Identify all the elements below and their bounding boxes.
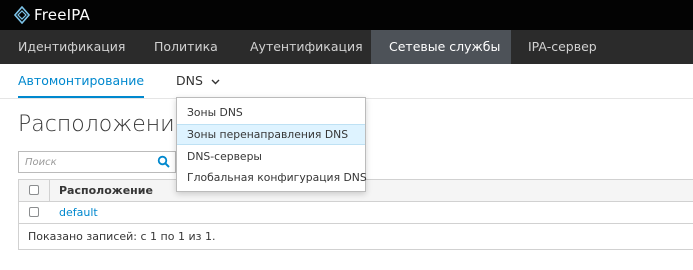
chevron-down-icon [211,79,220,84]
menu-item-dns-forward-zones[interactable]: Зоны перенаправления DNS [177,124,365,145]
search-box [18,151,176,173]
location-link[interactable]: default [59,202,98,223]
table-footer: Показано записей: с 1 по 1 из 1. [19,224,693,249]
nav-item-authentication[interactable]: Аутентификация [232,30,381,64]
column-divider [49,180,50,201]
nav-item-identity[interactable]: Идентификация [0,30,143,64]
subnav-item-dns[interactable]: DNS [176,64,220,98]
brand-name: FreeIPA [34,6,91,24]
nav-item-network-services[interactable]: Сетевые службы [371,30,511,64]
search-input[interactable] [19,152,161,172]
column-header-location[interactable]: Расположение [59,180,153,201]
menu-item-dns-zones[interactable]: Зоны DNS [177,102,365,123]
nav-item-policy[interactable]: Политика [136,30,236,64]
secondary-nav: Автомонтирование DNS [0,64,693,99]
freeipa-logo-icon [14,6,30,24]
subnav-item-automount[interactable]: Автомонтирование [18,64,145,98]
active-underline [18,96,145,98]
menu-item-dns-servers[interactable]: DNS-серверы [177,146,365,167]
subnav-item-label: DNS [176,73,203,88]
brand-logo[interactable]: FreeIPA [14,5,90,25]
search-icon[interactable] [157,155,171,169]
select-all-checkbox[interactable] [29,185,39,195]
dns-dropdown-menu: Зоны DNS Зоны перенаправления DNS DNS-се… [176,97,367,192]
masthead: FreeIPA [0,0,693,30]
subnav-item-label: Автомонтирование [18,73,145,88]
nav-item-ipa-server[interactable]: IPA-сервер [510,30,615,64]
primary-nav: Идентификация Политика Аутентификация Се… [0,30,693,64]
pagination-info: Показано записей: с 1 по 1 из 1. [28,230,216,243]
table-row: default [19,202,693,224]
row-checkbox[interactable] [29,207,39,217]
menu-item-dns-global-config[interactable]: Глобальная конфигурация DNS [177,167,367,188]
